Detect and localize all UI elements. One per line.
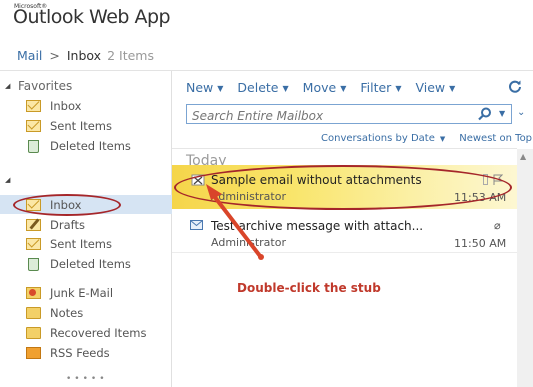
pane-resize-grip[interactable]: •••••: [66, 374, 108, 384]
inbox-annotation-oval: [13, 194, 121, 216]
folder-label: Inbox: [50, 99, 82, 113]
folder-label: Deleted Items: [50, 257, 131, 271]
search-input[interactable]: [187, 107, 472, 125]
breadcrumb-current: Inbox: [66, 48, 102, 63]
sidebar-item-deleted[interactable]: Deleted Items: [26, 255, 131, 273]
list-divider: [172, 148, 517, 149]
filter-button[interactable]: Filter ▼: [360, 80, 401, 95]
app-logo: Outlook Web App: [13, 6, 171, 28]
chevron-down-icon: ▼: [340, 84, 347, 93]
search-icon[interactable]: [478, 107, 492, 121]
folder-label: Notes: [50, 306, 84, 320]
message-time: 11:50 AM: [454, 237, 507, 250]
favorites-heading[interactable]: Favorites: [18, 79, 72, 93]
folder-icon: [26, 327, 41, 339]
trash-icon: [28, 257, 39, 271]
item-count: 2 Items: [107, 48, 154, 63]
delete-label: Delete: [237, 80, 279, 95]
sort-order-button[interactable]: Newest on Top: [459, 133, 532, 144]
sort-bar: Conversations by Date ▼ Newest on Top: [321, 133, 532, 144]
breadcrumb-separator: >: [49, 48, 60, 63]
sidebar-item-junk[interactable]: Junk E-Mail: [26, 284, 113, 302]
breadcrumb: Mail > Inbox 2 Items: [17, 48, 154, 63]
favorites-item-sent[interactable]: Sent Items: [26, 117, 112, 135]
folder-label: Deleted Items: [50, 139, 131, 153]
folder-label: Junk E-Mail: [50, 286, 114, 300]
chevron-down-icon: ▼: [395, 84, 402, 93]
filter-label: Filter: [360, 80, 392, 95]
chevron-down-icon: ▼: [282, 84, 289, 93]
delete-button[interactable]: Delete ▼: [237, 80, 288, 95]
folder-label: Drafts: [50, 218, 85, 232]
favorites-item-inbox[interactable]: Inbox: [26, 97, 81, 115]
notes-folder-icon: [26, 307, 41, 319]
message-annotation-oval: [174, 165, 512, 210]
folder-label: RSS Feeds: [50, 346, 110, 360]
pane-splitter[interactable]: [171, 71, 172, 387]
search-options-icon[interactable]: ▼: [499, 109, 505, 118]
view-label: View: [415, 80, 446, 95]
annotation-caption: Double-click the stub: [237, 281, 381, 295]
folder-label: Recovered Items: [50, 326, 147, 340]
refresh-icon[interactable]: [508, 79, 522, 93]
favorites-item-deleted[interactable]: Deleted Items: [26, 137, 131, 155]
envelope-icon: [190, 220, 203, 230]
scroll-up-icon[interactable]: ▲: [520, 152, 526, 161]
sidebar-item-sent[interactable]: Sent Items: [26, 235, 112, 253]
message-subject[interactable]: Test archive message with attach...: [211, 219, 423, 233]
move-label: Move: [302, 80, 337, 95]
collapse-mailbox-icon[interactable]: ◢: [5, 176, 10, 184]
message-list-scrollbar[interactable]: ▲: [517, 149, 533, 387]
toolbar: New ▼ Delete ▼ Move ▼ Filter ▼ View ▼: [186, 80, 469, 95]
chevron-down-icon: ▼: [439, 135, 446, 143]
sidebar-item-notes[interactable]: Notes: [26, 304, 83, 322]
folder-label: Sent Items: [50, 119, 112, 133]
expand-search-icon[interactable]: ⌄: [517, 107, 525, 118]
collapse-favorites-icon[interactable]: ◢: [5, 82, 10, 90]
trash-icon: [28, 139, 39, 153]
junk-icon: [26, 287, 41, 299]
sidebar-item-drafts[interactable]: Drafts: [26, 216, 85, 234]
message-divider: [172, 252, 517, 253]
sidebar-item-rss[interactable]: RSS Feeds: [26, 344, 110, 362]
folder-label: Sent Items: [50, 237, 112, 251]
rss-icon: [26, 347, 41, 359]
move-button[interactable]: Move ▼: [303, 80, 347, 95]
sidebar-item-recovered[interactable]: Recovered Items: [26, 324, 146, 342]
message-sender: Administrator: [211, 236, 286, 249]
view-button[interactable]: View ▼: [415, 80, 455, 95]
new-label: New: [186, 80, 214, 95]
new-button[interactable]: New ▼: [186, 80, 223, 95]
inbox-folder-icon: [26, 100, 41, 112]
sent-folder-icon: [26, 120, 41, 132]
paperclip-icon: ⌀: [494, 219, 501, 232]
search-box: [186, 104, 512, 125]
breadcrumb-mail-link[interactable]: Mail: [17, 48, 42, 63]
drafts-icon: [26, 219, 41, 231]
chevron-down-icon: ▼: [217, 84, 224, 93]
chevron-down-icon: ▼: [449, 84, 456, 93]
sort-by-button[interactable]: Conversations by Date: [321, 133, 435, 144]
sent-folder-icon: [26, 238, 41, 250]
